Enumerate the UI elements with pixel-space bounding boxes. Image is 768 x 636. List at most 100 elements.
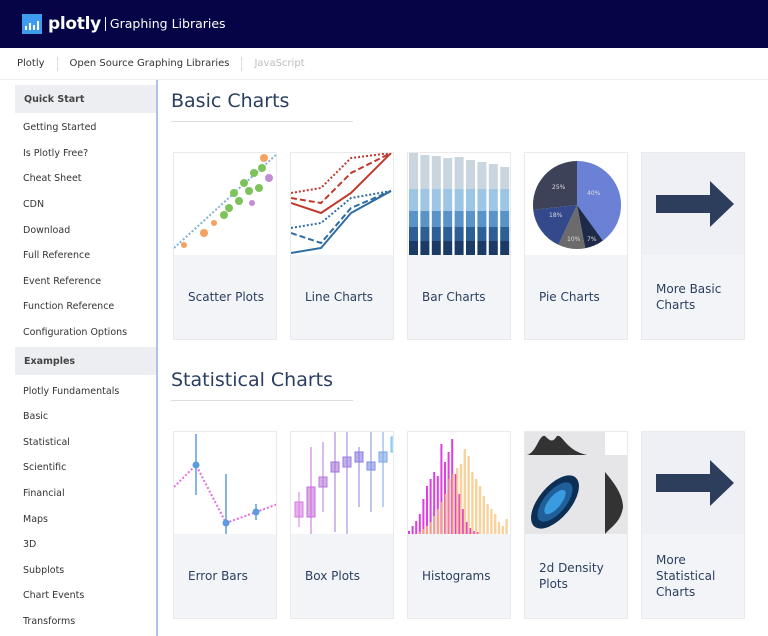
bar-segment xyxy=(409,153,418,189)
card-label: Box Plots xyxy=(305,569,360,583)
brand-name[interactable]: plotly xyxy=(48,14,101,34)
plotly-logo-icon[interactable] xyxy=(22,14,42,34)
sidebar-item-cheat-sheet[interactable]: Cheat Sheet xyxy=(0,166,156,192)
histogram-bar xyxy=(463,449,466,534)
card-more-statistical-charts[interactable]: More Statistical Charts xyxy=(641,431,745,619)
line-thumbnail xyxy=(291,153,393,255)
bar-segment xyxy=(466,227,475,241)
box xyxy=(318,476,328,488)
card-box-plots[interactable]: Box Plots xyxy=(290,431,394,619)
main-content: Basic Charts xyxy=(171,80,353,122)
sidebar-item-3d[interactable]: 3D xyxy=(0,532,156,558)
box xyxy=(366,461,376,471)
arrow-right-icon xyxy=(642,432,744,534)
histogram-thumbnail xyxy=(408,432,510,534)
pie-label: 40% xyxy=(587,190,601,197)
card-scatter-plots[interactable]: Scatter Plots xyxy=(173,152,277,340)
bar-segment xyxy=(409,211,418,227)
bar-segment xyxy=(488,211,498,227)
sidebar-item-cdn[interactable]: CDN xyxy=(0,192,156,218)
sidebar-item-subplots[interactable]: Subplots xyxy=(0,558,156,584)
histogram-bar xyxy=(444,494,447,534)
error-bars-thumbnail xyxy=(174,432,276,534)
top-header: plotly Graphing Libraries xyxy=(0,0,768,48)
sidebar-item-configuration-options[interactable]: Configuration Options xyxy=(0,320,156,346)
sidebar-item-function-reference[interactable]: Function Reference xyxy=(0,294,156,320)
bar-segment xyxy=(431,189,441,211)
bar-segment xyxy=(443,227,453,241)
histogram-bar xyxy=(437,509,440,534)
sidebar-section-examples[interactable]: Examples xyxy=(15,347,156,376)
sidebar-item-statistical[interactable]: Statistical xyxy=(0,430,156,456)
card-histograms[interactable]: Histograms xyxy=(407,431,511,619)
arrow-right-icon xyxy=(642,153,744,255)
sidebar-item-chart-events[interactable]: Chart Events xyxy=(0,583,156,609)
histogram-bar xyxy=(408,531,410,534)
bar-segment xyxy=(466,189,475,211)
histogram-bar xyxy=(459,464,463,534)
card-more-basic-charts[interactable]: More Basic Charts xyxy=(641,152,745,340)
sidebar-item-event-reference[interactable]: Event Reference xyxy=(0,269,156,295)
histogram-bar xyxy=(490,509,493,534)
sidebar-item-transforms[interactable]: Transforms xyxy=(0,609,156,635)
sidebar-item-maps[interactable]: Maps xyxy=(0,506,156,532)
brand-subtitle[interactable]: Graphing Libraries xyxy=(104,17,226,31)
box xyxy=(342,456,352,468)
bar-segment xyxy=(443,241,453,255)
sidebar-item-getting-started[interactable]: Getting Started xyxy=(0,115,156,141)
card-label: More Basic Charts xyxy=(656,282,722,312)
box xyxy=(378,451,388,463)
bar-segment xyxy=(466,241,475,255)
breadcrumb-plotly[interactable]: Plotly xyxy=(17,58,45,69)
breadcrumb-libraries[interactable]: Open Source Graphing Libraries xyxy=(70,58,230,69)
box xyxy=(294,501,304,518)
breadcrumb-javascript[interactable]: JavaScript xyxy=(254,58,304,69)
bar-segment xyxy=(477,241,487,255)
bar-segment xyxy=(488,227,498,241)
box xyxy=(306,486,316,518)
statistical-charts-heading: Statistical Charts xyxy=(171,359,353,401)
histogram-bar xyxy=(486,504,489,534)
histogram-bar xyxy=(475,479,478,534)
histogram-bar xyxy=(471,472,474,534)
histogram-bar xyxy=(433,516,436,534)
sidebar-item-full-reference[interactable]: Full Reference xyxy=(0,243,156,269)
bar-segment xyxy=(409,241,418,255)
sidebar-item-scientific[interactable]: Scientific xyxy=(0,455,156,481)
histogram-bar xyxy=(418,514,421,534)
histogram-bar xyxy=(505,519,508,534)
card-label: Line Charts xyxy=(305,290,374,304)
bar-segment xyxy=(454,211,464,227)
sidebar-item-basic[interactable]: Basic xyxy=(0,404,156,430)
sidebar-item-plotly-fundamentals[interactable]: Plotly Fundamentals xyxy=(0,378,156,404)
card-pie-charts[interactable]: 40% 25% 18% 10% 7% Pie Charts xyxy=(524,152,628,340)
histogram-bar xyxy=(425,526,428,534)
sidebar-section-quick-start[interactable]: Quick Start xyxy=(15,85,156,113)
card-label: Pie Charts xyxy=(539,290,600,304)
bar-segment xyxy=(431,156,441,189)
pie-thumbnail: 40% 25% 18% 10% 7% xyxy=(525,153,627,255)
bar-segment xyxy=(500,241,510,255)
pie-label: 25% xyxy=(552,184,566,191)
card-label: Bar Charts xyxy=(422,290,486,304)
histogram-bar xyxy=(422,499,425,534)
bar-segment xyxy=(443,189,453,211)
sidebar-item-download[interactable]: Download xyxy=(0,217,156,243)
bar-segment xyxy=(488,189,498,211)
pie-label: 7% xyxy=(587,236,597,243)
card-label: Histograms xyxy=(422,569,491,583)
scatter-thumbnail xyxy=(174,153,276,255)
bar-segment xyxy=(431,227,441,241)
card-bar-charts[interactable]: Bar Charts xyxy=(407,152,511,340)
sidebar-item-is-plotly-free[interactable]: Is Plotly Free? xyxy=(0,141,156,167)
card-line-charts[interactable]: Line Charts xyxy=(290,152,394,340)
card-error-bars[interactable]: Error Bars xyxy=(173,431,277,619)
sidebar-item-financial[interactable]: Financial xyxy=(0,481,156,507)
bar-segment xyxy=(466,211,475,227)
box-plots-thumbnail xyxy=(291,432,393,534)
sidebar: Quick Start Getting Started Is Plotly Fre… xyxy=(0,80,158,636)
bar-segment xyxy=(409,189,418,211)
card-2d-density-plots[interactable]: 2d Density Plots xyxy=(524,431,628,619)
bar-segment xyxy=(431,211,441,227)
histogram-bar xyxy=(456,468,459,534)
